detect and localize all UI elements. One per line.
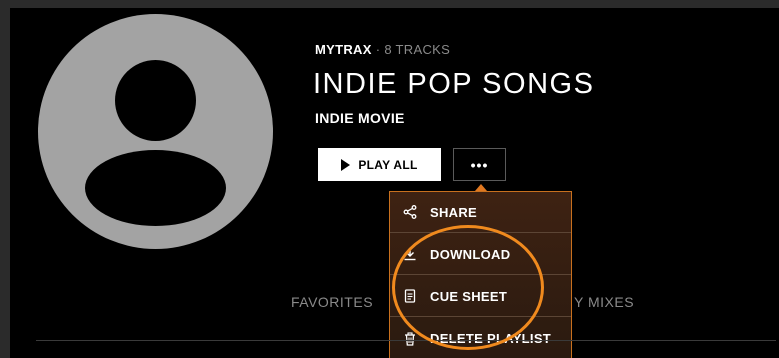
brand-label[interactable]: MYTRAX [315, 42, 372, 57]
document-icon [402, 288, 418, 304]
share-icon [402, 204, 418, 220]
trash-icon [402, 331, 418, 347]
playlist-meta: MYTRAX · 8 TRACKS [315, 42, 450, 57]
tabs-divider [36, 340, 776, 341]
avatar-body-shape [85, 150, 226, 226]
tab-my-mixes[interactable]: Y MIXES [574, 294, 634, 310]
menu-item-label: CUE SHEET [430, 288, 508, 304]
play-all-label: PLAY ALL [358, 157, 418, 172]
download-icon [402, 246, 418, 262]
playlist-avatar [38, 14, 273, 249]
tab-favorites[interactable]: FAVORITES [291, 294, 373, 310]
window-top-border [0, 0, 779, 8]
window-left-border [0, 0, 10, 358]
more-options-button[interactable]: ••• [453, 148, 506, 181]
menu-pointer [475, 184, 487, 191]
menu-item-download[interactable]: DOWNLOAD [390, 234, 571, 275]
menu-item-cue-sheet[interactable]: CUE SHEET [390, 276, 571, 317]
play-icon [341, 158, 351, 171]
options-menu: SHARE DOWNLOAD CUE SHEET DELETE PLAYLIST [389, 191, 572, 358]
menu-item-label: DELETE PLAYLIST [430, 331, 552, 346]
avatar-head-shape [115, 60, 196, 141]
playlist-title: INDIE POP SONGS [313, 68, 595, 100]
playlist-subtitle: INDIE MOVIE [315, 110, 405, 126]
track-count: 8 TRACKS [384, 42, 451, 57]
menu-item-delete-playlist[interactable]: DELETE PLAYLIST [390, 318, 571, 358]
more-icon: ••• [470, 156, 489, 173]
menu-item-label: SHARE [430, 204, 478, 220]
menu-item-share[interactable]: SHARE [390, 192, 571, 233]
menu-item-label: DOWNLOAD [430, 246, 511, 262]
play-all-button[interactable]: PLAY ALL [318, 148, 441, 181]
meta-separator: · [375, 42, 381, 57]
